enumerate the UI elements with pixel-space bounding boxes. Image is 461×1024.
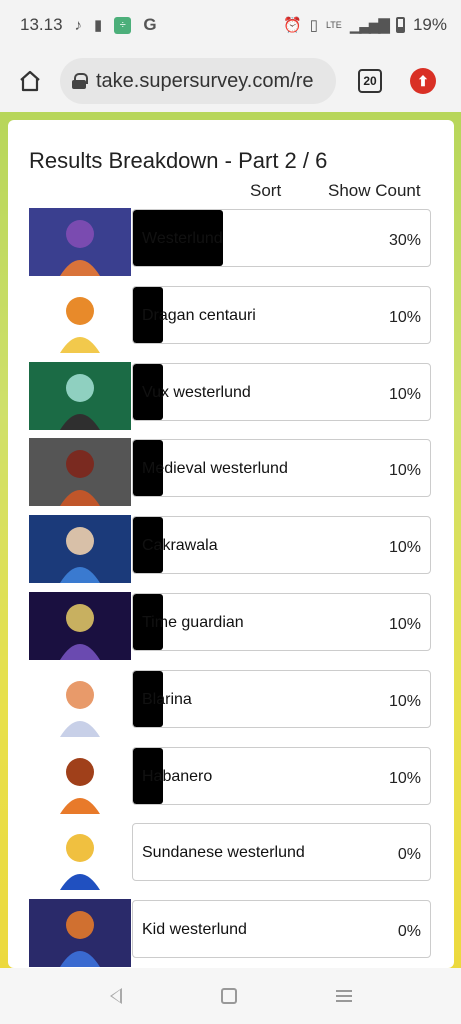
option-thumbnail xyxy=(29,438,131,507)
option-percent: 10% xyxy=(388,539,421,557)
result-row: Blarina 10% xyxy=(29,668,431,737)
option-label: Blarina xyxy=(142,690,192,708)
option-thumbnail xyxy=(29,284,131,353)
result-row: Cakrawala 10% xyxy=(29,515,431,584)
result-row: Dragan centauri 10% xyxy=(29,284,431,353)
browser-toolbar: take.supersurvey.com/re 20 ⬆ xyxy=(0,50,461,112)
arrow-up-icon: ⬆ xyxy=(417,72,429,89)
address-bar[interactable]: take.supersurvey.com/re xyxy=(60,58,336,104)
back-icon[interactable] xyxy=(109,988,122,1004)
option-label: Westerlund xyxy=(142,230,223,247)
result-bar: Dragan centauri 10% xyxy=(132,285,431,344)
result-bar: Cakrawala 10% xyxy=(132,516,431,575)
option-percent: 10% xyxy=(388,308,421,326)
option-thumbnail xyxy=(29,515,131,584)
option-label: Medieval westerlund xyxy=(142,460,288,478)
result-row: Habanero 10% xyxy=(29,745,431,814)
result-row: Kid westerlund 0% xyxy=(29,899,431,968)
result-row: Vux westerlund 10% xyxy=(29,361,431,430)
alarm-icon: ⏰ xyxy=(283,17,302,34)
option-percent: 10% xyxy=(388,616,421,633)
result-bar: Westerlund 30% xyxy=(132,209,431,267)
tab-switcher-button[interactable]: 20 xyxy=(358,69,382,93)
signal-label: LTE xyxy=(325,20,342,30)
option-percent: 10% xyxy=(388,769,421,787)
option-label: Cakrawala xyxy=(142,537,218,555)
page-title: Results Breakdown - Part 2 / 6 xyxy=(29,148,328,173)
update-button[interactable]: ⬆ xyxy=(410,68,436,94)
option-thumbnail xyxy=(29,745,131,814)
option-percent: 10% xyxy=(388,385,421,403)
option-percent: 10% xyxy=(388,462,421,480)
option-label: Time guardian xyxy=(142,614,244,631)
result-row: Westerlund 30% xyxy=(29,208,431,276)
status-bar: 13.13 ♪ ▮ ÷ G ⏰ ▯ LTE ▁▃▅▇ 19% xyxy=(0,0,461,50)
result-row: Sundanese westerlund 0% xyxy=(29,822,431,891)
result-bar: Time guardian 10% xyxy=(132,593,431,651)
option-label: Dragan centauri xyxy=(142,306,256,324)
home-nav-icon[interactable] xyxy=(220,988,237,1004)
result-row: Medieval westerlund 10% xyxy=(29,438,431,507)
battery-icon xyxy=(395,17,405,33)
option-label: Kid westerlund xyxy=(142,921,247,939)
option-percent: 0% xyxy=(397,846,421,864)
calculator-app-icon: ÷ xyxy=(114,16,132,34)
option-label: Sundanese westerlund xyxy=(142,844,305,862)
signal-bars-icon: ▁▃▅▇ xyxy=(349,17,390,34)
result-bar: Kid westerlund 0% xyxy=(132,900,431,959)
option-thumbnail xyxy=(29,668,131,737)
option-thumbnail xyxy=(29,592,131,660)
option-thumbnail xyxy=(29,208,131,276)
google-icon: G xyxy=(143,15,157,34)
status-time: 13.13 xyxy=(20,15,63,34)
sort-link[interactable]: Sort xyxy=(250,181,281,201)
home-button[interactable] xyxy=(10,61,50,101)
show-count-link[interactable]: Show Count xyxy=(328,181,421,201)
music-note-icon: ♪ xyxy=(74,16,83,34)
home-icon xyxy=(20,70,40,92)
results-card: Results Breakdown - Part 2 / 6 Sort Show… xyxy=(8,120,454,968)
result-bar: Habanero 10% xyxy=(132,746,431,805)
option-percent: 0% xyxy=(397,923,421,941)
url-text: take.supersurvey.com/re xyxy=(96,69,314,92)
alert-icon: ▮ xyxy=(94,17,103,34)
result-bar: Medieval westerlund 10% xyxy=(132,439,431,498)
option-thumbnail xyxy=(29,822,131,891)
result-row: Time guardian 10% xyxy=(29,592,431,660)
option-thumbnail xyxy=(29,361,131,430)
option-label: Habanero xyxy=(142,767,213,785)
recent-apps-icon[interactable] xyxy=(335,990,352,1002)
battery-percent: 19% xyxy=(412,15,447,34)
result-bar: Vux westerlund 10% xyxy=(132,362,431,421)
result-bar: Blarina 10% xyxy=(132,669,431,728)
option-percent: 10% xyxy=(388,692,421,710)
option-thumbnail xyxy=(29,899,131,968)
option-label: Vux westerlund xyxy=(142,383,251,401)
vibrate-icon: ▯ xyxy=(309,17,318,34)
result-bar: Sundanese westerlund 0% xyxy=(132,823,431,882)
option-percent: 30% xyxy=(388,232,421,249)
lock-icon xyxy=(72,73,88,89)
system-nav-bar xyxy=(0,968,461,1024)
